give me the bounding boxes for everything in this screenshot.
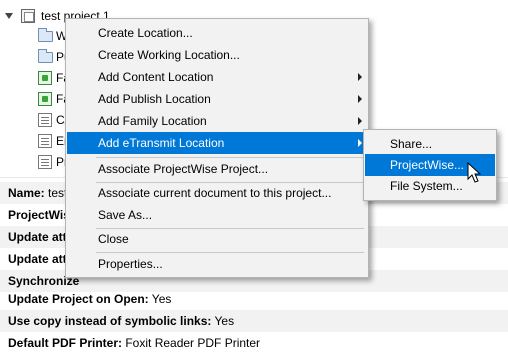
menu-item-label: Add eTransmit Location [98, 136, 225, 150]
menu-item-label: Properties... [98, 257, 163, 271]
menu-item-label: File System... [390, 179, 463, 193]
property-row: Use copy instead of symbolic links: Yes [0, 310, 508, 332]
property-key: Update attr [8, 252, 72, 266]
menu-item-add-publish-location[interactable]: Add Publish Location [67, 88, 367, 110]
property-value: test [44, 186, 68, 200]
menu-item-label: Share... [390, 137, 433, 151]
menu-item-properties[interactable]: Properties... [67, 253, 367, 275]
property-key: Use copy instead of symbolic links: [8, 314, 212, 328]
submenu-arrow-icon [358, 139, 362, 147]
menu-item-add-content-location[interactable]: Add Content Location [67, 66, 367, 88]
doc-icon [38, 134, 52, 148]
menu-item-label: ProjectWise... [390, 158, 465, 172]
menu-item-create-working-location[interactable]: Create Working Location... [67, 44, 367, 66]
menu-item-label: Add Publish Location [98, 92, 211, 106]
submenu-item-share[interactable]: Share... [365, 133, 495, 155]
context-menu: Create Location... Create Working Locati… [65, 18, 369, 278]
property-row: Update Project on Open: Yes [0, 288, 508, 310]
project-icon [21, 9, 35, 23]
menu-item-label: Create Location... [98, 26, 193, 40]
property-key: Update attr [8, 230, 72, 244]
menu-item-label: Save As... [98, 208, 153, 222]
menu-item-label: Associate current document to this proje… [98, 186, 332, 200]
menu-item-add-etransmit-location[interactable]: Add eTransmit Location [67, 132, 367, 154]
menu-item-create-location[interactable]: Create Location... [67, 22, 367, 44]
menu-item-save-as[interactable]: Save As... [67, 204, 367, 226]
property-value: Yes [148, 292, 172, 306]
property-row: Default PDF Printer: Foxit Reader PDF Pr… [0, 332, 508, 354]
menu-item-associate-projectwise-project[interactable]: Associate ProjectWise Project... [67, 158, 367, 180]
property-key: Update Project on Open: [8, 292, 149, 306]
family-icon [38, 71, 52, 85]
mouse-pointer-icon [467, 162, 482, 183]
menu-item-label: Associate ProjectWise Project... [98, 162, 269, 176]
menu-item-label: Add Family Location [98, 114, 207, 128]
menu-item-associate-current-document[interactable]: Associate current document to this proje… [67, 182, 367, 204]
submenu-arrow-icon [358, 73, 362, 81]
family-icon [38, 92, 52, 106]
doc-icon [38, 155, 52, 169]
doc-icon [38, 113, 52, 127]
expand-arrow-icon[interactable] [5, 13, 13, 19]
submenu-arrow-icon [358, 117, 362, 125]
menu-item-add-family-location[interactable]: Add Family Location [67, 110, 367, 132]
menu-item-close[interactable]: Close [67, 228, 367, 250]
menu-item-label: Create Working Location... [98, 48, 240, 62]
property-value: Yes [211, 314, 235, 328]
submenu-arrow-icon [358, 95, 362, 103]
property-key: Default PDF Printer: [8, 336, 123, 350]
menu-item-label: Close [98, 232, 129, 246]
menu-item-label: Add Content Location [98, 70, 214, 84]
folder-icon [38, 28, 53, 42]
property-value: Foxit Reader PDF Printer [122, 336, 261, 350]
property-key: Name: [8, 186, 45, 200]
folder-icon [38, 49, 53, 63]
